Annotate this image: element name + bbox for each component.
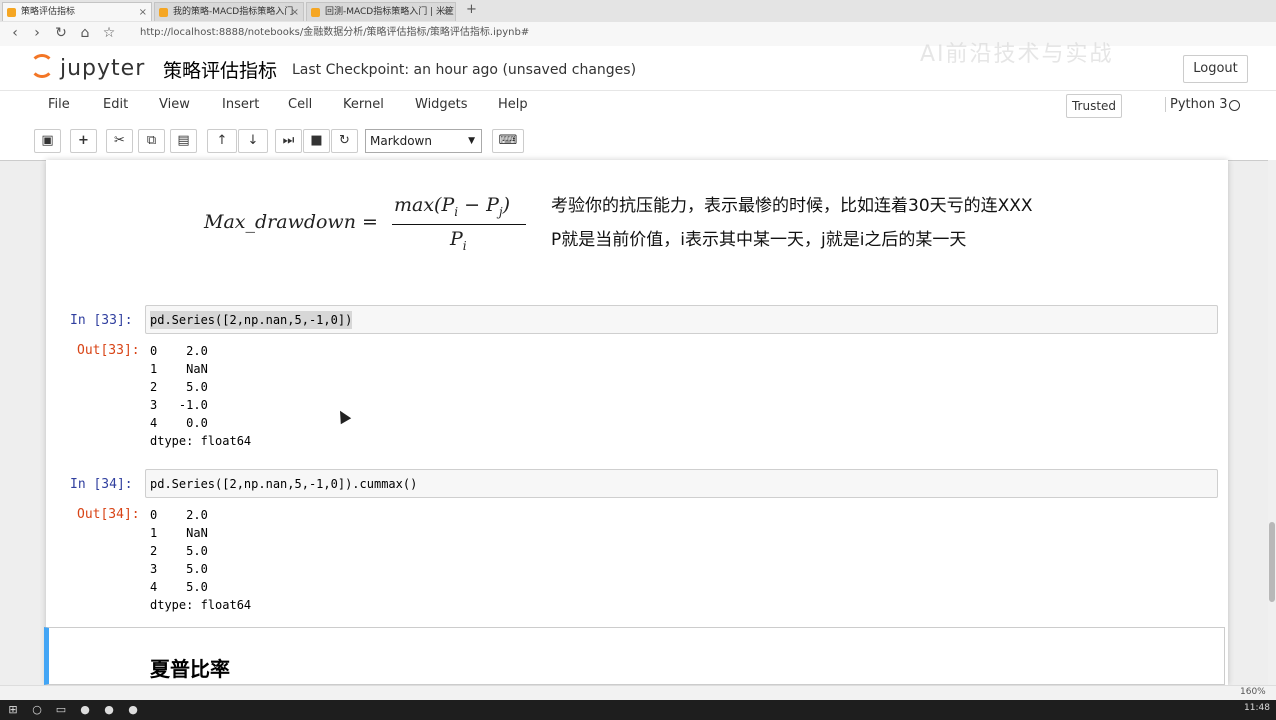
restart-icon[interactable]: ↻ xyxy=(331,129,358,153)
output-line: 1 NaN xyxy=(150,526,208,540)
input-prompt: In [33]: xyxy=(70,313,133,328)
tab-label: 回测-MACD指标策略入门 | 米筐 xyxy=(325,7,454,17)
output-line: 2 5.0 xyxy=(150,380,208,394)
trusted-indicator[interactable]: Trusted xyxy=(1066,94,1122,118)
zoom-level[interactable]: 160% xyxy=(1240,687,1266,697)
menu-view[interactable]: View xyxy=(159,97,190,112)
forward-icon[interactable]: › xyxy=(28,24,46,42)
formula-explanation-1: 考验你的抗压能力，表示最惨的时候，比如连着30天亏的连XXX xyxy=(551,196,1033,216)
new-tab-button[interactable]: + xyxy=(466,2,477,17)
task-view-icon[interactable]: ▭ xyxy=(54,703,68,717)
reload-icon[interactable]: ↻ xyxy=(52,24,70,42)
kernel-name[interactable]: Python 3 xyxy=(1165,97,1227,112)
browser-tab-3[interactable]: 回测-MACD指标策略入门 | 米筐 × xyxy=(306,2,456,21)
jupyter-logo-text: jupyter xyxy=(60,56,146,81)
output-line: 3 -1.0 xyxy=(150,398,208,412)
plus-icon[interactable]: + xyxy=(70,129,97,153)
browser-tab-2[interactable]: 我的策略-MACD指标策略入门 × xyxy=(154,2,304,21)
chevron-down-icon: ▼ xyxy=(468,136,475,146)
menu-help[interactable]: Help xyxy=(498,97,528,112)
arrow-up-icon[interactable]: ↑ xyxy=(207,129,237,153)
output-line: 1 NaN xyxy=(150,362,208,376)
output-line: 0 2.0 xyxy=(150,344,208,358)
app-icon[interactable]: ● xyxy=(126,703,140,717)
app-icon[interactable]: ● xyxy=(78,703,92,717)
output-dtype: dtype: float64 xyxy=(150,434,252,448)
scrollbar-thumb[interactable] xyxy=(1269,522,1275,602)
app-icon[interactable]: ● xyxy=(102,703,116,717)
windows-taskbar xyxy=(0,700,1276,720)
output-prompt: Out[33]: xyxy=(77,343,140,358)
stop-icon[interactable]: ■ xyxy=(303,129,330,153)
menu-cell[interactable]: Cell xyxy=(288,97,312,112)
markdown-heading: 夏普比率 xyxy=(150,657,230,681)
back-icon[interactable]: ‹ xyxy=(6,24,24,42)
output-dtype: dtype: float64 xyxy=(150,598,252,612)
menu-file[interactable]: File xyxy=(48,97,70,112)
cell-type-select[interactable]: Markdown ▼ xyxy=(365,129,482,153)
tab-favicon-icon xyxy=(7,8,16,17)
kernel-status-icon xyxy=(1229,100,1240,111)
search-icon[interactable]: ○ xyxy=(30,703,44,717)
formula-explanation-2: P就是当前价值，i表示其中某一天，j就是i之后的某一天 xyxy=(551,230,967,250)
save-icon[interactable]: ▣ xyxy=(34,129,61,153)
menu-insert[interactable]: Insert xyxy=(222,97,259,112)
menu-edit[interactable]: Edit xyxy=(103,97,128,112)
start-icon[interactable]: ⊞ xyxy=(6,703,20,717)
code-line[interactable]: pd.Series([2,np.nan,5,-1,0]) xyxy=(150,311,353,329)
bookmark-icon[interactable]: ☆ xyxy=(100,24,118,42)
watermark: AI前沿技术与实战 xyxy=(920,42,1114,67)
scrollbar[interactable] xyxy=(1268,160,1276,685)
browser-status-bar xyxy=(0,685,1276,701)
url-field[interactable]: http://localhost:8888/notebooks/金融数据分析/策… xyxy=(140,25,529,41)
tab-label: 策略评估指标 xyxy=(21,7,76,17)
tab-favicon-icon xyxy=(159,8,168,17)
close-tab-icon[interactable]: × xyxy=(443,3,451,21)
output-line: 3 5.0 xyxy=(150,562,208,576)
arrow-down-icon[interactable]: ↓ xyxy=(238,129,268,153)
jupyter-logo-icon xyxy=(30,54,54,78)
close-tab-icon[interactable]: × xyxy=(291,3,299,21)
tab-label: 我的策略-MACD指标策略入门 xyxy=(173,7,294,17)
copy-icon[interactable]: ⧉ xyxy=(138,129,165,153)
jupyter-logo[interactable]: jupyter xyxy=(30,54,145,81)
checkpoint-status: Last Checkpoint: an hour ago (unsaved ch… xyxy=(292,62,637,78)
input-prompt: In [34]: xyxy=(70,477,133,492)
tab-favicon-icon xyxy=(311,8,320,17)
output-line: 4 5.0 xyxy=(150,580,208,594)
keyboard-icon[interactable]: ⌨ xyxy=(492,129,524,153)
close-tab-icon[interactable]: × xyxy=(139,3,147,21)
formula-lhs: Max_drawdown = xyxy=(204,211,378,233)
cell-type-value: Markdown xyxy=(370,134,432,148)
output-line: 4 0.0 xyxy=(150,416,208,430)
output-line: 2 5.0 xyxy=(150,544,208,558)
fraction-bar xyxy=(392,224,526,225)
home-icon[interactable]: ⌂ xyxy=(76,24,94,42)
cut-icon[interactable]: ✂ xyxy=(106,129,133,153)
formula-numerator: max(Pi − Pj) xyxy=(394,194,511,219)
menu-kernel[interactable]: Kernel xyxy=(343,97,384,112)
formula-denominator: Pi xyxy=(450,228,467,253)
output-prompt: Out[34]: xyxy=(77,507,140,522)
run-icon[interactable]: ⏭ xyxy=(275,129,302,153)
notebook-title[interactable]: 策略评估指标 xyxy=(163,56,277,83)
browser-tab-1[interactable]: 策略评估指标 × xyxy=(2,2,152,21)
menu-widgets[interactable]: Widgets xyxy=(415,97,468,112)
logout-button[interactable]: Logout xyxy=(1183,55,1248,83)
paste-icon[interactable]: ▤ xyxy=(170,129,197,153)
taskbar-clock: 11:48 xyxy=(1244,703,1270,713)
output-line: 0 2.0 xyxy=(150,508,208,522)
code-line[interactable]: pd.Series([2,np.nan,5,-1,0]).cummax() xyxy=(150,475,417,493)
